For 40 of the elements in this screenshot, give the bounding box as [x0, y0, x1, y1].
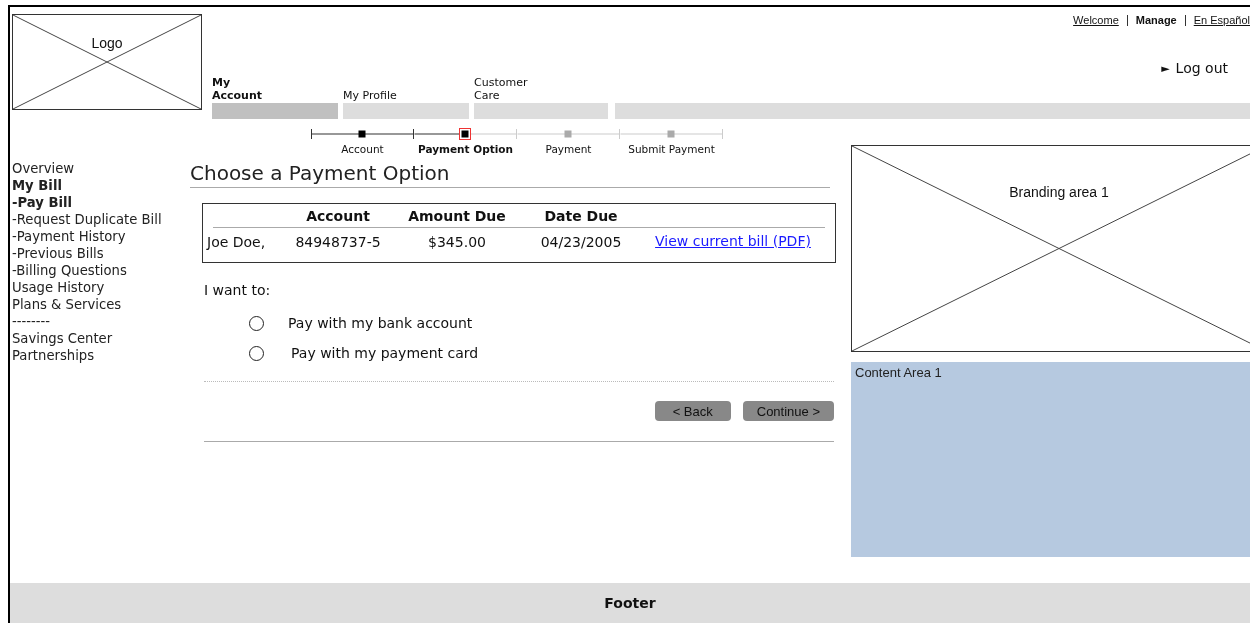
- step-label: Payment: [545, 143, 592, 155]
- sidebar-item[interactable]: Usage History: [12, 279, 170, 296]
- sidebar-item[interactable]: Savings Center: [12, 330, 170, 347]
- sidebar-item[interactable]: --------: [12, 313, 170, 330]
- table-cell-text: $345.00: [427, 233, 487, 252]
- branding-label: Branding area 1: [1009, 184, 1109, 200]
- step-label: Submit Payment: [628, 143, 715, 155]
- sidebar-item[interactable]: Partnerships: [12, 347, 170, 364]
- logo-label: Logo: [91, 35, 123, 51]
- sidebar-item[interactable]: -Payment History: [12, 228, 170, 245]
- header-link[interactable]: En Español: [1193, 14, 1250, 26]
- nav-tab[interactable]: Customer Care: [474, 76, 608, 119]
- column-header: Amount Due: [407, 207, 507, 226]
- option-label: Pay with my bank account: [288, 315, 473, 331]
- page-title: Choose a Payment Option: [190, 161, 830, 188]
- sidebar-item[interactable]: Plans & Services: [12, 296, 170, 313]
- prompt-text: I want to:: [204, 282, 272, 298]
- back-button[interactable]: < Back: [654, 401, 731, 421]
- column-header: Date Due: [543, 207, 619, 226]
- nav-tab[interactable]: My Account: [212, 76, 338, 119]
- continue-button[interactable]: Continue >: [742, 401, 834, 421]
- option-label: Pay with my payment card: [291, 345, 479, 361]
- logout-link[interactable]: ► Log out: [1161, 60, 1228, 76]
- column-header: Account: [305, 207, 371, 226]
- table-cell-text: 84948737-5: [294, 233, 382, 252]
- step-label: Payment Option: [418, 143, 513, 155]
- sidebar-item[interactable]: -Request Duplicate Bill: [12, 211, 170, 228]
- sidebar-item[interactable]: -Billing Questions: [12, 262, 170, 279]
- content-area: Content Area 1: [851, 362, 1250, 557]
- table-cell-text: Joe Doe,: [207, 233, 267, 252]
- step-label: Account: [341, 143, 384, 155]
- sidebar-item[interactable]: -Pay Bill: [12, 194, 170, 211]
- sidebar-item[interactable]: My Bill: [12, 177, 170, 194]
- current-page-label: Manage: [1135, 14, 1177, 26]
- sidebar-item[interactable]: -Previous Bills: [12, 245, 170, 262]
- table-cell-text: 04/23/2005: [539, 233, 623, 252]
- header-link[interactable]: Welcome: [1073, 14, 1119, 26]
- footer: Footer: [10, 583, 1250, 623]
- view-bill-link[interactable]: View current bill (PDF): [655, 233, 811, 249]
- sidebar-item[interactable]: Overview: [12, 160, 170, 177]
